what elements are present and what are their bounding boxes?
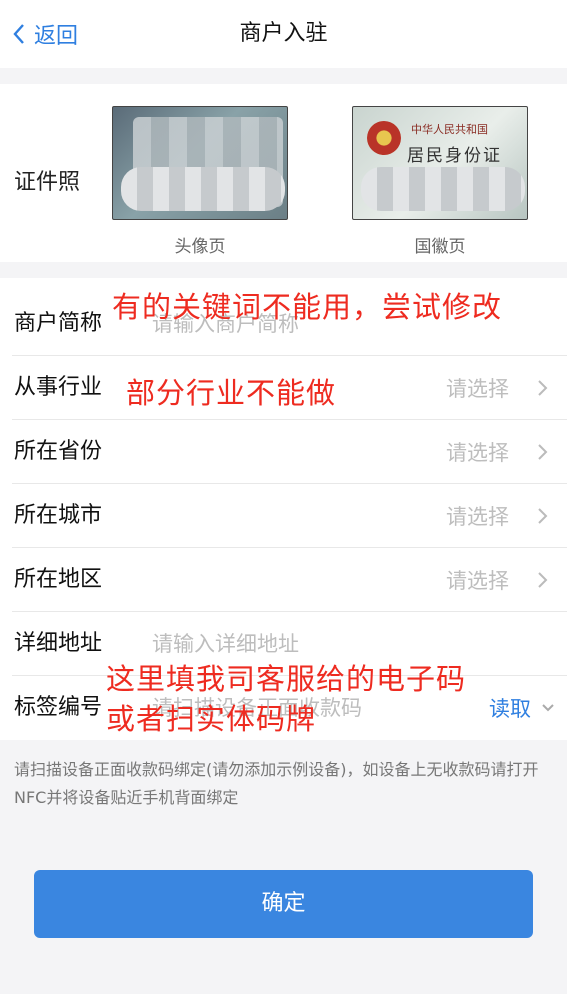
id-front-upload[interactable] [112, 106, 288, 220]
chevron-right-icon [538, 508, 548, 524]
tag-label: 标签编号 [14, 695, 103, 720]
province-value: 请选择 [446, 441, 509, 465]
nav-bar: 返回 商户入驻 [0, 0, 567, 68]
industry-value: 请选择 [446, 377, 509, 401]
chevron-right-icon [538, 380, 548, 396]
district-select[interactable]: 请选择 [446, 548, 567, 612]
city-select[interactable]: 请选择 [446, 484, 567, 548]
industry-select[interactable]: 请选择 [446, 356, 567, 420]
annotation-keywords: 有的关键词不能用，尝试修改 [112, 290, 503, 324]
binding-hint: 请扫描设备正面收款码绑定(请勿添加示例设备)，如设备上无收款码请打开NFC并将设… [14, 760, 539, 807]
id-photo-label: 证件照 [14, 170, 81, 195]
read-button[interactable]: 读取 [489, 676, 555, 740]
national-emblem-icon [367, 121, 401, 155]
district-row[interactable]: 所在地区 请选择 [12, 548, 567, 612]
district-value: 请选择 [446, 569, 509, 593]
merchant-name-label: 商户简称 [14, 311, 103, 336]
id-back-caption: 国徽页 [414, 237, 466, 257]
page-title: 商户入驻 [239, 21, 328, 46]
chevron-right-icon [538, 444, 548, 460]
id-card-type: 居民身份证 [407, 146, 502, 166]
id-photo-section: 证件照 头像页 中华人民共和国 居民身份证 国徽页 [0, 84, 567, 262]
annotation-code-line2: 或者扫实体码牌 [106, 702, 317, 736]
annotation-industry: 部分行业不能做 [126, 376, 337, 410]
confirm-button[interactable]: 确定 [34, 870, 533, 938]
chevron-right-icon [538, 572, 548, 588]
address-label: 详细地址 [14, 631, 103, 656]
province-row[interactable]: 所在省份 请选择 [12, 420, 567, 484]
blurred-text [361, 167, 525, 211]
province-select[interactable]: 请选择 [446, 420, 567, 484]
id-front-caption: 头像页 [174, 237, 226, 257]
id-card-country: 中华人民共和国 [411, 123, 488, 136]
industry-label: 从事行业 [14, 375, 103, 400]
annotation-code-line1: 这里填我司客服给的电子码 [106, 662, 467, 696]
district-label: 所在地区 [14, 567, 103, 592]
province-label: 所在省份 [14, 439, 103, 464]
chevron-down-icon [542, 704, 554, 712]
city-value: 请选择 [446, 505, 509, 529]
id-back-upload[interactable]: 中华人民共和国 居民身份证 [352, 106, 528, 220]
read-label: 读取 [489, 697, 531, 721]
city-label: 所在城市 [14, 503, 103, 528]
blurred-text [121, 167, 285, 211]
city-row[interactable]: 所在城市 请选择 [12, 484, 567, 548]
